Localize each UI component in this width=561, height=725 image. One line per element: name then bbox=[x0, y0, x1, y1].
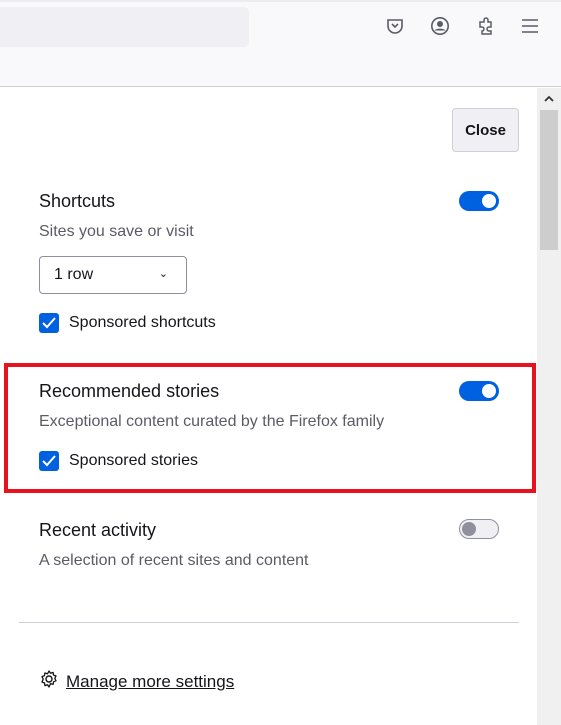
divider bbox=[19, 622, 519, 623]
account-icon[interactable] bbox=[428, 14, 452, 38]
sponsored-shortcuts-label: Sponsored shortcuts bbox=[69, 314, 216, 331]
shortcuts-title: Shortcuts bbox=[39, 191, 116, 211]
stories-toggle[interactable] bbox=[459, 381, 499, 401]
extensions-icon[interactable] bbox=[474, 14, 498, 38]
gear-icon bbox=[39, 669, 59, 694]
stories-title: Recommended stories bbox=[39, 381, 220, 401]
recent-activity-description: A selection of recent sites and content bbox=[39, 552, 309, 569]
manage-settings-link[interactable]: Manage more settings bbox=[39, 669, 234, 694]
pocket-icon[interactable] bbox=[383, 14, 407, 38]
shortcut-rows-select[interactable]: 1 row ⌄ bbox=[39, 256, 187, 294]
sponsored-shortcuts-checkbox[interactable]: Sponsored shortcuts bbox=[39, 313, 216, 333]
checkmark-icon bbox=[39, 451, 59, 471]
recent-activity-toggle[interactable] bbox=[459, 519, 499, 539]
scrollbar[interactable] bbox=[537, 88, 561, 725]
sponsored-stories-checkbox[interactable]: Sponsored stories bbox=[39, 451, 198, 471]
browser-toolbar bbox=[0, 0, 561, 87]
scroll-up-arrow-icon[interactable] bbox=[537, 88, 561, 108]
shortcuts-description: Sites you save or visit bbox=[39, 223, 194, 240]
shortcut-rows-value: 1 row bbox=[54, 266, 94, 283]
menu-icon[interactable] bbox=[518, 14, 542, 38]
tab-strip-edge bbox=[0, 0, 561, 2]
checkmark-icon bbox=[39, 313, 59, 333]
close-button[interactable]: Close bbox=[452, 108, 519, 152]
sponsored-stories-label: Sponsored stories bbox=[69, 452, 198, 469]
recent-activity-title: Recent activity bbox=[39, 520, 157, 540]
shortcuts-toggle[interactable] bbox=[459, 191, 499, 211]
url-bar[interactable] bbox=[0, 7, 249, 47]
scrollbar-thumb[interactable] bbox=[540, 110, 558, 250]
manage-settings-label[interactable]: Manage more settings bbox=[66, 672, 234, 692]
stories-description: Exceptional content curated by the Firef… bbox=[39, 413, 385, 430]
chevron-down-icon: ⌄ bbox=[158, 268, 168, 280]
